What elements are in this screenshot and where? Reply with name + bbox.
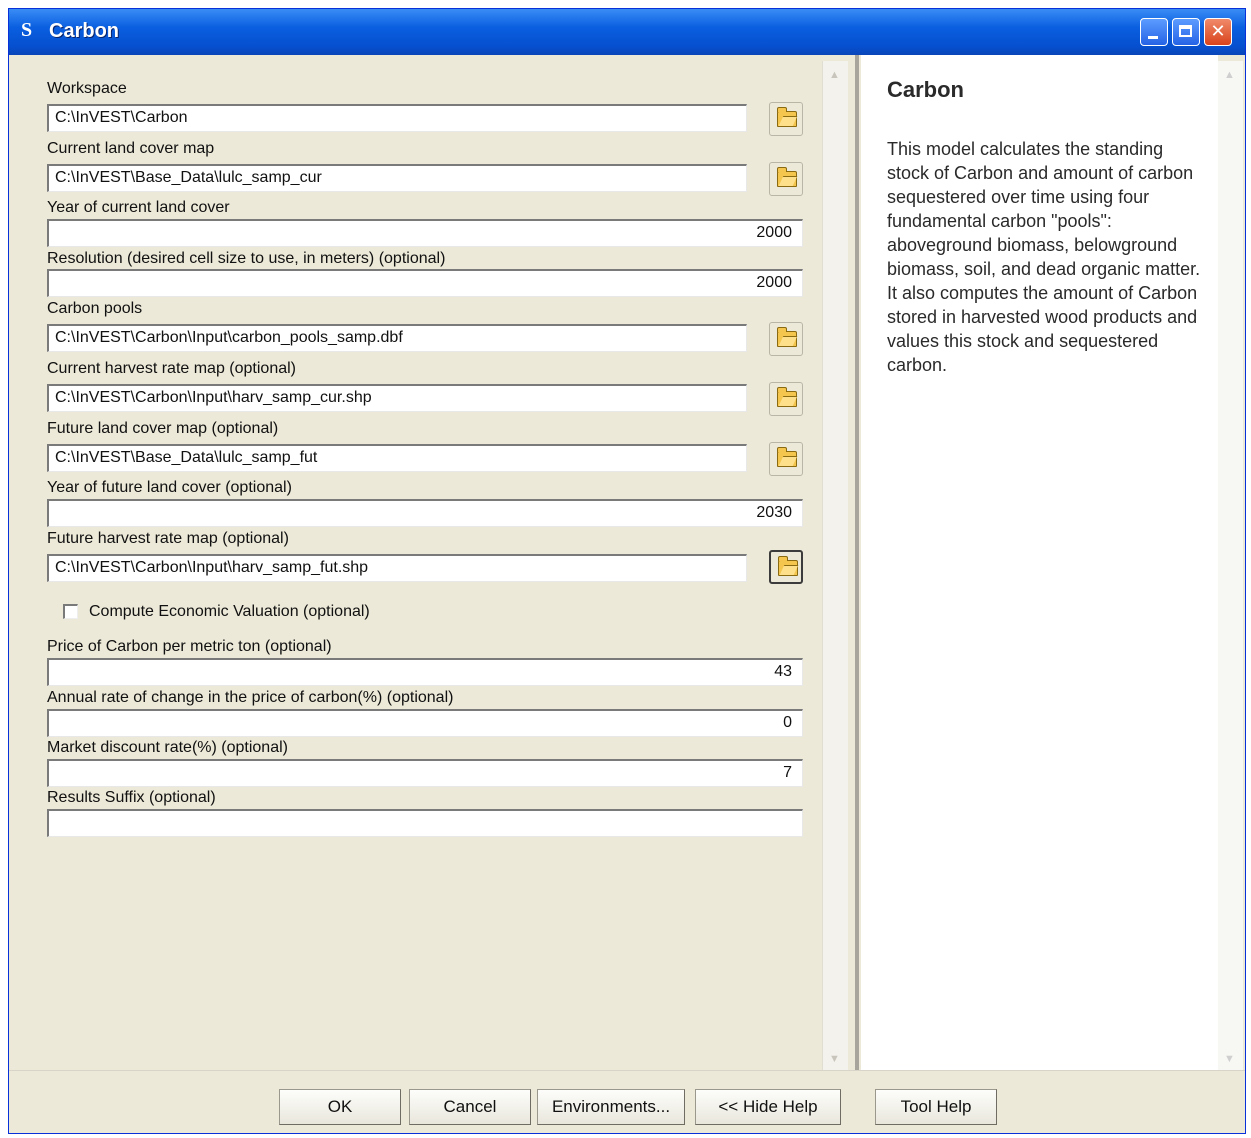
future-year-label: Year of future land cover (optional) (47, 479, 292, 496)
tool-help-button[interactable]: Tool Help (875, 1089, 997, 1125)
title-bar[interactable]: S Carbon ✕ (9, 9, 1245, 55)
open-folder-icon (777, 447, 797, 467)
workspace-browse-button[interactable] (769, 102, 803, 136)
price-change-label: Annual rate of change in the price of ca… (47, 689, 454, 706)
scroll-down-arrow-icon[interactable]: ▼ (1224, 1053, 1235, 1065)
suffix-label: Results Suffix (optional) (47, 789, 216, 806)
maximize-button[interactable] (1172, 18, 1200, 46)
future-lulc-browse-button[interactable] (769, 442, 803, 476)
cancel-button[interactable]: Cancel (409, 1089, 531, 1125)
future-lulc-label: Future land cover map (optional) (47, 420, 279, 437)
close-button[interactable]: ✕ (1204, 18, 1232, 46)
window-title: Carbon (49, 20, 119, 42)
scroll-down-arrow-icon[interactable]: ▼ (829, 1053, 840, 1065)
current-lulc-label: Current land cover map (47, 140, 215, 157)
current-year-input[interactable]: 2000 (47, 219, 803, 247)
help-title: Carbon (887, 77, 964, 102)
discount-label: Market discount rate(%) (optional) (47, 739, 288, 756)
parameters-panel: Workspace C:\InVEST\Carbon Current land … (41, 55, 859, 1070)
current-harvest-browse-button[interactable] (769, 382, 803, 416)
current-harvest-label: Current harvest rate map (optional) (47, 360, 296, 377)
close-icon: ✕ (1210, 21, 1226, 42)
current-harvest-input[interactable]: C:\InVEST\Carbon\Input\harv_samp_cur.shp (47, 384, 747, 412)
parameters-scrollbar[interactable]: ▲ ▼ (822, 61, 848, 1070)
open-folder-icon (777, 327, 797, 347)
price-label: Price of Carbon per metric ton (optional… (47, 638, 332, 655)
future-lulc-input[interactable]: C:\InVEST\Base_Data\lulc_samp_fut (47, 444, 747, 472)
future-harvest-label: Future harvest rate map (optional) (47, 530, 289, 547)
resolution-label: Resolution (desired cell size to use, in… (47, 250, 446, 267)
price-change-input[interactable]: 0 (47, 709, 803, 737)
current-year-label: Year of current land cover (47, 199, 230, 216)
help-panel: Carbon This model calculates the standin… (861, 55, 1218, 1070)
minimize-button[interactable] (1140, 18, 1168, 46)
future-harvest-input[interactable]: C:\InVEST\Carbon\Input\harv_samp_fut.shp (47, 554, 747, 582)
future-harvest-browse-button[interactable] (769, 550, 803, 584)
app-icon: S (21, 19, 33, 41)
panel-splitter[interactable] (855, 55, 859, 1070)
current-lulc-input[interactable]: C:\InVEST\Base_Data\lulc_samp_cur (47, 164, 747, 192)
hide-help-button[interactable]: << Hide Help (695, 1089, 841, 1125)
carbon-pools-browse-button[interactable] (769, 322, 803, 356)
scroll-up-arrow-icon[interactable]: ▲ (1224, 69, 1235, 81)
open-folder-icon (777, 107, 797, 127)
ok-button[interactable]: OK (279, 1089, 401, 1125)
dialog-button-bar: OK Cancel Environments... << Hide Help T… (9, 1070, 1245, 1133)
open-folder-icon (777, 387, 797, 407)
future-year-input[interactable]: 2030 (47, 499, 803, 527)
price-input[interactable]: 43 (47, 658, 803, 686)
discount-input[interactable]: 7 (47, 759, 803, 787)
open-folder-icon (778, 556, 798, 576)
help-scrollbar[interactable]: ▲ ▼ (1218, 61, 1243, 1070)
workspace-input[interactable]: C:\InVEST\Carbon (47, 104, 747, 132)
workspace-label: Workspace (47, 80, 127, 97)
carbon-tool-window: S Carbon ✕ Workspace C:\InVEST\Carbon Cu… (8, 8, 1246, 1134)
valuation-checkbox-label[interactable]: Compute Economic Valuation (optional) (89, 603, 370, 621)
carbon-pools-input[interactable]: C:\InVEST\Carbon\Input\carbon_pools_samp… (47, 324, 747, 352)
valuation-checkbox[interactable] (63, 604, 78, 619)
suffix-input[interactable] (47, 809, 803, 837)
scroll-up-arrow-icon[interactable]: ▲ (829, 69, 840, 81)
environments-button[interactable]: Environments... (537, 1089, 685, 1125)
resolution-input[interactable]: 2000 (47, 269, 803, 297)
carbon-pools-label: Carbon pools (47, 300, 143, 317)
current-lulc-browse-button[interactable] (769, 162, 803, 196)
open-folder-icon (777, 167, 797, 187)
help-text: This model calculates the standing stock… (887, 139, 1201, 375)
